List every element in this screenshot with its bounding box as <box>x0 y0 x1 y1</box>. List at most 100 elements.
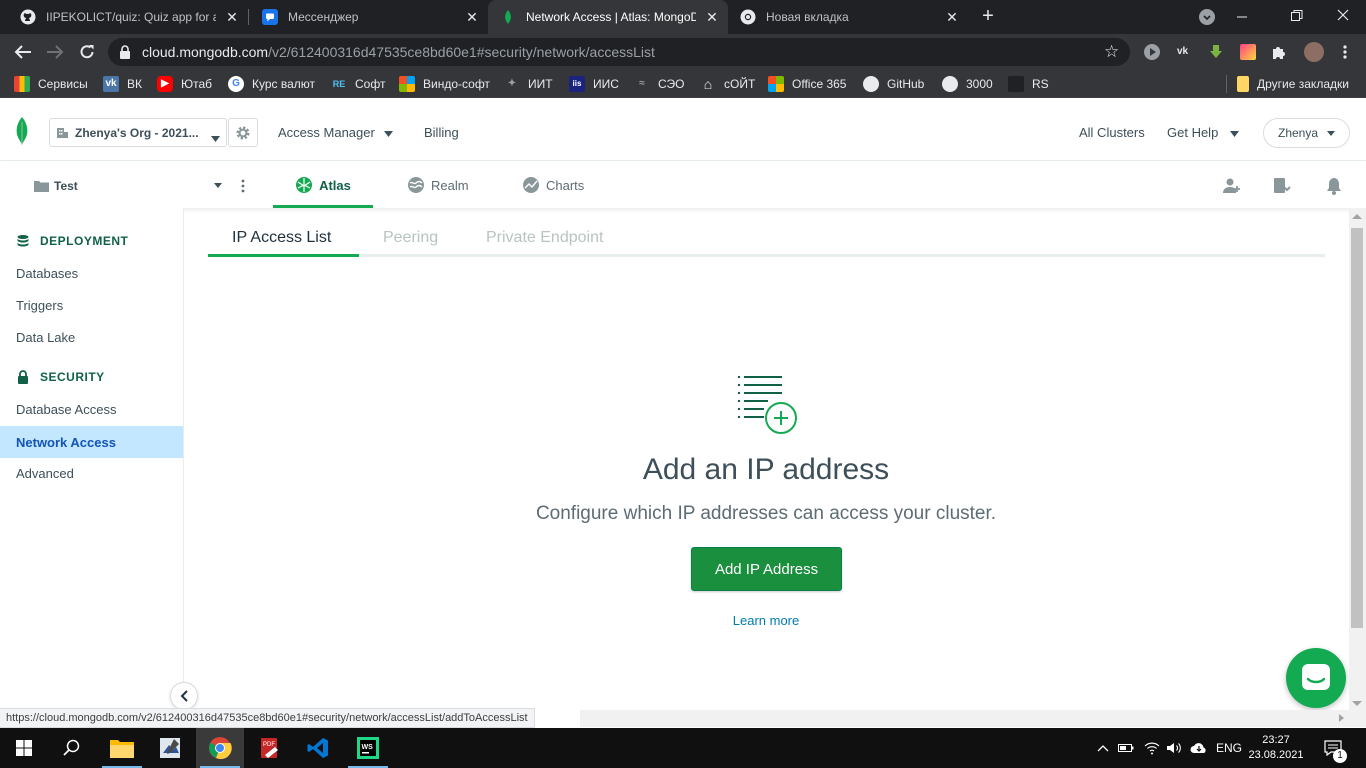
taskbar-pdf-editor[interactable]: PDF <box>246 728 294 768</box>
billing-link[interactable]: Billing <box>424 125 459 140</box>
bookmark-soft[interactable]: RE Софт <box>331 75 386 93</box>
bookmark-iis[interactable]: iis ИИС <box>569 75 619 93</box>
vertical-scrollbar[interactable] <box>1349 208 1366 710</box>
start-button[interactable] <box>0 728 48 768</box>
profile-avatar[interactable] <box>1304 42 1324 62</box>
tab-title: Новая вкладка <box>766 10 849 24</box>
invite-user-icon[interactable] <box>1223 177 1241 195</box>
bookmark-vk[interactable]: vk ВК <box>103 75 142 93</box>
chat-support-button[interactable] <box>1286 648 1346 708</box>
back-arrow-icon[interactable] <box>14 44 32 60</box>
extension-vk-icon[interactable]: vk <box>1177 44 1193 60</box>
chat-icon <box>1302 664 1330 690</box>
taskbar-webstorm[interactable]: WS <box>344 728 392 768</box>
bookmark-iit[interactable]: ✦ ИИТ <box>504 75 553 93</box>
subtab-peering[interactable]: Peering <box>383 229 438 247</box>
close-tab-icon[interactable]: ✕ <box>464 9 480 25</box>
extension-color-icon[interactable] <box>1240 44 1256 60</box>
taskbar-vscode[interactable] <box>294 728 342 768</box>
bell-icon[interactable] <box>1326 177 1342 195</box>
bookmark-currency[interactable]: G Курс валют <box>228 75 315 93</box>
input-language[interactable]: ENG <box>1216 728 1242 768</box>
bookmark-other-folder[interactable]: Другие закладки <box>1237 75 1349 93</box>
wifi-icon[interactable] <box>1144 728 1160 768</box>
close-tab-icon[interactable]: ✕ <box>944 9 960 25</box>
project-more-icon[interactable] <box>240 178 246 194</box>
add-ip-address-button[interactable]: Add IP Address <box>691 547 842 591</box>
scroll-up-arrow-icon[interactable] <box>1352 214 1362 219</box>
user-menu[interactable]: Zhenya <box>1263 118 1350 148</box>
battery-icon[interactable] <box>1118 728 1134 768</box>
browser-tab-new[interactable]: Новая вкладка ✕ <box>728 0 968 34</box>
org-settings-button[interactable] <box>228 118 258 147</box>
collapse-sidebar-button[interactable] <box>170 682 198 710</box>
bookmark-windows-soft[interactable]: Виндо-софт <box>399 75 490 93</box>
project-selector[interactable]: Test <box>34 178 224 194</box>
new-tab-plus-icon[interactable]: + <box>978 6 998 26</box>
reload-icon[interactable] <box>78 43 96 61</box>
browser-menu-icon[interactable] <box>1342 44 1348 60</box>
subtab-private-endpoint[interactable]: Private Endpoint <box>486 229 603 247</box>
sidebar-item-database-access[interactable]: Database Access <box>0 393 183 425</box>
restore-window-icon[interactable] <box>1291 9 1303 21</box>
extension-download-icon[interactable] <box>1208 44 1224 60</box>
bookmark-soit[interactable]: ⌂ сОЙТ <box>700 75 756 93</box>
extensions-puzzle-icon[interactable] <box>1271 44 1287 60</box>
extension-play-icon[interactable] <box>1144 44 1160 60</box>
sidebar-item-databases[interactable]: Databases <box>0 257 183 289</box>
subtab-ip-access-list[interactable]: IP Access List <box>232 229 331 247</box>
close-tab-icon[interactable]: ✕ <box>224 9 240 25</box>
vscode-icon <box>307 738 328 758</box>
vertical-scroll-thumb[interactable] <box>1351 228 1363 628</box>
tab-label: Realm <box>431 177 469 193</box>
lock-icon[interactable] <box>118 44 132 60</box>
get-help-label: Get Help <box>1167 125 1219 140</box>
scroll-down-arrow-icon[interactable] <box>1352 701 1362 706</box>
bookmark-seo[interactable]: ≈ СЭО <box>634 75 685 93</box>
get-help-menu[interactable]: Get Help <box>1167 125 1239 140</box>
taskbar-file-explorer[interactable] <box>98 728 146 768</box>
url-text[interactable]: cloud.mongodb.com/v2/612400316d47535ce8b… <box>142 44 655 60</box>
tab-search-icon[interactable] <box>1199 9 1215 25</box>
sidebar-item-data-lake[interactable]: Data Lake <box>0 321 183 353</box>
learn-more-link[interactable]: Learn more <box>0 613 1366 628</box>
bookmark-label: СЭО <box>658 77 685 91</box>
activity-feed-icon[interactable] <box>1273 177 1291 195</box>
subtab-active-indicator <box>208 254 359 257</box>
horizontal-scrollbar[interactable] <box>580 710 1366 727</box>
browser-tab-messenger[interactable]: Мессенджер ✕ <box>250 0 488 34</box>
scroll-right-arrow-icon[interactable] <box>1339 714 1344 722</box>
close-window-icon[interactable] <box>1337 8 1349 21</box>
bookmark-github[interactable]: GitHub <box>863 75 924 93</box>
tab-charts[interactable]: Charts <box>522 176 584 194</box>
tab-atlas[interactable]: Atlas <box>273 165 373 208</box>
tab-realm[interactable]: Realm <box>407 176 469 194</box>
bookmark-star-icon[interactable]: ☆ <box>1104 43 1121 60</box>
all-clusters-link[interactable]: All Clusters <box>1079 125 1145 140</box>
messenger-icon <box>262 9 278 25</box>
clock[interactable]: 23:27 23.08.2021 <box>1244 728 1308 768</box>
taskbar-chrome[interactable] <box>196 728 244 768</box>
mongodb-leaf-logo[interactable] <box>14 116 30 146</box>
tray-show-hidden-icon[interactable] <box>1096 728 1110 768</box>
tab-label: Charts <box>546 177 585 193</box>
minimize-window-icon[interactable] <box>1236 8 1248 20</box>
forward-arrow-icon[interactable] <box>46 44 64 60</box>
browser-tab-github[interactable]: IIPEKOLICT/quiz: Quiz app for and ✕ <box>8 0 248 34</box>
bookmark-youtube[interactable]: ▶ Ютаб <box>157 75 212 93</box>
access-manager-menu[interactable]: Access Manager <box>278 125 394 140</box>
org-selector[interactable]: Zhenya's Org - 2021... <box>49 118 227 147</box>
bookmark-office365[interactable]: Office 365 <box>768 75 846 93</box>
sidebar-item-triggers[interactable]: Triggers <box>0 289 183 321</box>
apps-grid-icon <box>14 76 30 92</box>
close-tab-icon[interactable]: ✕ <box>704 9 720 25</box>
taskbar-search-button[interactable] <box>48 728 96 768</box>
taskbar-app-paint[interactable] <box>146 728 194 768</box>
browser-tab-network-access[interactable]: Network Access | Atlas: MongoDB ✕ <box>488 0 728 34</box>
volume-icon[interactable] <box>1166 728 1182 768</box>
bookmark-3000[interactable]: 3000 <box>942 75 993 93</box>
webstorm-icon: WS <box>357 737 379 759</box>
onedrive-cloud-icon[interactable] <box>1190 728 1208 768</box>
bookmark-rs[interactable]: RS <box>1008 75 1049 93</box>
bookmark-services[interactable]: Сервисы <box>14 75 88 93</box>
